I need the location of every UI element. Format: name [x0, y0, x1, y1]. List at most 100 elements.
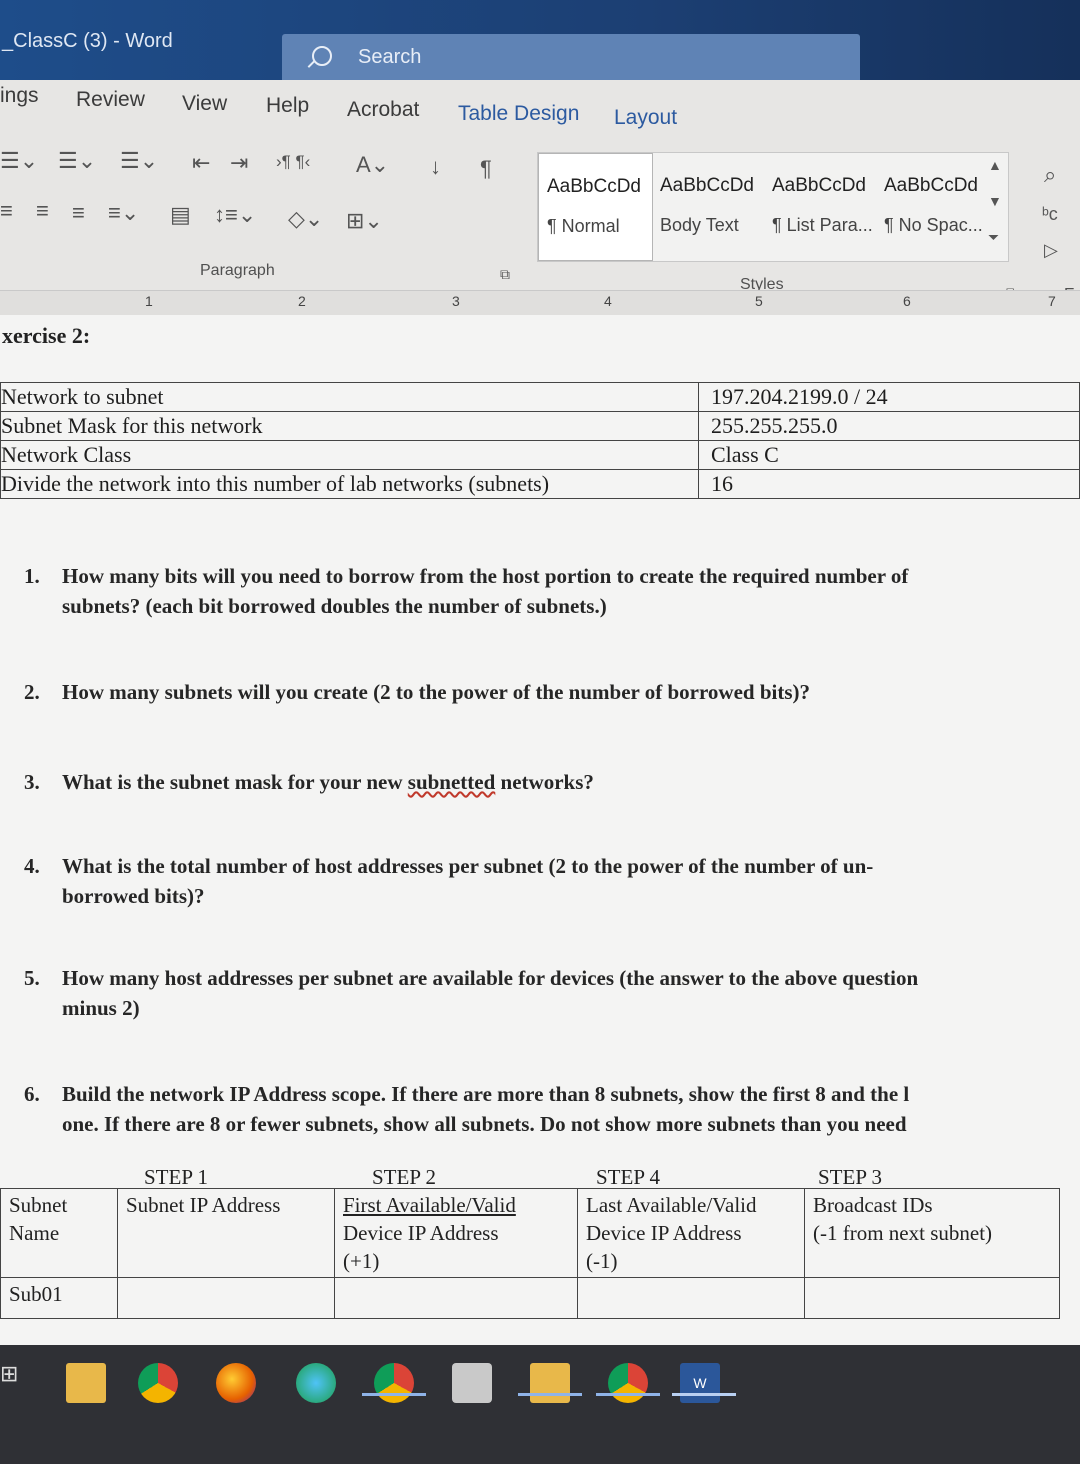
- question-2: 2. How many subnets will you create (2 to…: [24, 677, 1080, 707]
- table-cell[interactable]: [804, 1277, 1060, 1319]
- change-case-icon[interactable]: A⌄: [356, 152, 389, 178]
- replace-icon[interactable]: ᵇc: [1042, 204, 1058, 225]
- ltr-icon[interactable]: ›¶ ¶‹: [276, 152, 310, 172]
- ruler-mark: 6: [903, 293, 911, 309]
- table-cell[interactable]: [117, 1277, 335, 1319]
- question-text: What is the subnet mask for your new: [62, 770, 408, 794]
- step-label: STEP 4: [596, 1165, 660, 1189]
- align-right-icon[interactable]: ≡: [72, 200, 85, 226]
- line-spacing-icon[interactable]: ↕≡⌄: [214, 202, 256, 228]
- task-view-icon[interactable]: ⊞: [0, 1361, 18, 1387]
- style-name: ¶ Normal: [547, 216, 620, 236]
- header-last-available[interactable]: Last Available/Valid Device IP Address (…: [577, 1188, 805, 1278]
- header-subnet-ip[interactable]: Subnet IP Address: [117, 1188, 335, 1278]
- header-subnet-name[interactable]: Subnet Name: [0, 1188, 118, 1278]
- table-cell[interactable]: [334, 1277, 578, 1319]
- header-text: Device IP Address: [343, 1221, 499, 1245]
- align-left-icon[interactable]: ≡: [0, 198, 13, 224]
- tab-acrobat[interactable]: Acrobat: [347, 98, 419, 122]
- tab-table-design[interactable]: Table Design: [458, 102, 579, 126]
- table-cell-value[interactable]: Class C: [698, 440, 1080, 470]
- paragraph-launcher-icon[interactable]: ⧉: [500, 266, 510, 283]
- header-text: Subnet: [9, 1193, 68, 1217]
- network-info-table: Network to subnet 197.204.2199.0 / 24 Su…: [0, 382, 1080, 499]
- sort-icon[interactable]: ↓: [430, 154, 441, 180]
- show-marks-icon[interactable]: ¶: [480, 156, 492, 182]
- header-text: (+1): [343, 1249, 380, 1273]
- select-icon[interactable]: ▷: [1044, 240, 1058, 261]
- style-name: ¶ List Para...: [772, 215, 873, 235]
- style-sample: AaBbCcDd: [772, 175, 866, 196]
- table-cell-label[interactable]: Network Class: [0, 440, 699, 470]
- find-icon[interactable]: ⌕: [1044, 162, 1056, 188]
- tab-review[interactable]: Review: [76, 88, 145, 112]
- tab-mailings[interactable]: ings: [0, 84, 39, 108]
- table-cell-value[interactable]: 197.204.2199.0 / 24: [698, 382, 1080, 412]
- ruler-mark: 4: [604, 293, 612, 309]
- ruler-mark: 1: [145, 293, 153, 309]
- table-cell-label[interactable]: Network to subnet: [0, 382, 699, 412]
- columns-icon[interactable]: ▤: [170, 202, 191, 228]
- table-cell-value[interactable]: 255.255.255.0: [698, 411, 1080, 441]
- document-page[interactable]: xercise 2: Network to subnet 197.204.219…: [0, 315, 1080, 1345]
- tab-help[interactable]: Help: [266, 94, 309, 118]
- question-text-cont: one. If there are 8 or fewer subnets, sh…: [62, 1112, 907, 1136]
- table-cell-subnet-name[interactable]: Sub01: [0, 1277, 118, 1319]
- question-6: 6. Build the network IP Address scope. If…: [24, 1079, 1080, 1139]
- styles-more-icon[interactable]: ⏷: [988, 229, 999, 246]
- table-cell-label[interactable]: Divide the network into this number of l…: [0, 469, 699, 499]
- increase-indent-icon[interactable]: ⇥: [230, 150, 248, 176]
- table-row: Subnet Mask for this network 255.255.255…: [0, 411, 1080, 441]
- exercise-heading: xercise 2:: [2, 323, 91, 348]
- table-cell-value[interactable]: 16: [698, 469, 1080, 499]
- word-icon[interactable]: W: [680, 1363, 720, 1403]
- spelling-flagged-word[interactable]: subnetted: [408, 770, 496, 794]
- bullets-icon[interactable]: ☰⌄: [0, 148, 38, 174]
- styles-scroll-down-icon[interactable]: ▼: [988, 193, 1002, 209]
- table-row: Network to subnet 197.204.2199.0 / 24: [0, 382, 1080, 412]
- chrome-profile-icon[interactable]: [374, 1363, 414, 1403]
- style-list-paragraph[interactable]: AaBbCcDd ¶ List Para...: [764, 153, 877, 259]
- ribbon: ings Review View Help Acrobat Table Desi…: [0, 80, 1080, 303]
- question-text: How many bits will you need to borrow fr…: [62, 564, 909, 588]
- search-placeholder: Search: [358, 46, 422, 68]
- shading-icon[interactable]: ◇⌄: [288, 206, 323, 232]
- chrome-icon[interactable]: [138, 1363, 178, 1403]
- table-cell-label[interactable]: Subnet Mask for this network: [0, 411, 699, 441]
- header-first-available[interactable]: First Available/Valid Device IP Address …: [334, 1188, 578, 1278]
- chrome-2-icon[interactable]: [608, 1363, 648, 1403]
- header-broadcast[interactable]: Broadcast IDs (-1 from next subnet): [804, 1188, 1060, 1278]
- printer-icon[interactable]: [452, 1363, 492, 1403]
- styles-scroll-up-icon[interactable]: ▲: [988, 157, 1002, 173]
- style-no-spacing[interactable]: AaBbCcDd ¶ No Spac...: [876, 153, 989, 259]
- file-explorer-2-icon[interactable]: [530, 1363, 570, 1403]
- ruler-mark: 3: [452, 293, 460, 309]
- numbering-icon[interactable]: ☰⌄: [58, 148, 96, 174]
- style-sample: AaBbCcDd: [547, 176, 641, 197]
- title-bar: _ClassC (3) - Word Search: [0, 0, 1080, 90]
- horizontal-ruler[interactable]: 1 2 3 4 5 6 7: [0, 290, 1080, 316]
- align-center-icon[interactable]: ≡: [36, 198, 49, 224]
- question-text: What is the total number of host address…: [62, 854, 874, 878]
- borders-icon[interactable]: ⊞⌄: [346, 208, 383, 234]
- step-label: STEP 1: [144, 1165, 208, 1189]
- step-label: STEP 3: [818, 1165, 882, 1189]
- tab-view[interactable]: View: [182, 92, 227, 116]
- style-normal[interactable]: AaBbCcDd ¶ Normal: [538, 153, 653, 261]
- style-body-text[interactable]: AaBbCcDd Body Text: [652, 153, 765, 259]
- ruler-mark: 2: [298, 293, 306, 309]
- tab-layout[interactable]: Layout: [614, 106, 677, 130]
- decrease-indent-icon[interactable]: ⇤: [192, 150, 210, 176]
- active-app-indicator: [362, 1393, 426, 1396]
- justify-icon[interactable]: ≡⌄: [108, 200, 139, 226]
- edge-icon[interactable]: [296, 1363, 336, 1403]
- table-cell[interactable]: [577, 1277, 805, 1319]
- header-text: (-1): [586, 1249, 618, 1273]
- multilevel-list-icon[interactable]: ☰⌄: [120, 148, 158, 174]
- table-row: Network Class Class C: [0, 440, 1080, 470]
- file-explorer-icon[interactable]: [66, 1363, 106, 1403]
- question-text-cont: borrowed bits)?: [62, 884, 205, 908]
- header-text: First Available/Valid: [343, 1193, 516, 1217]
- question-text: networks?: [495, 770, 594, 794]
- firefox-icon[interactable]: [216, 1363, 256, 1403]
